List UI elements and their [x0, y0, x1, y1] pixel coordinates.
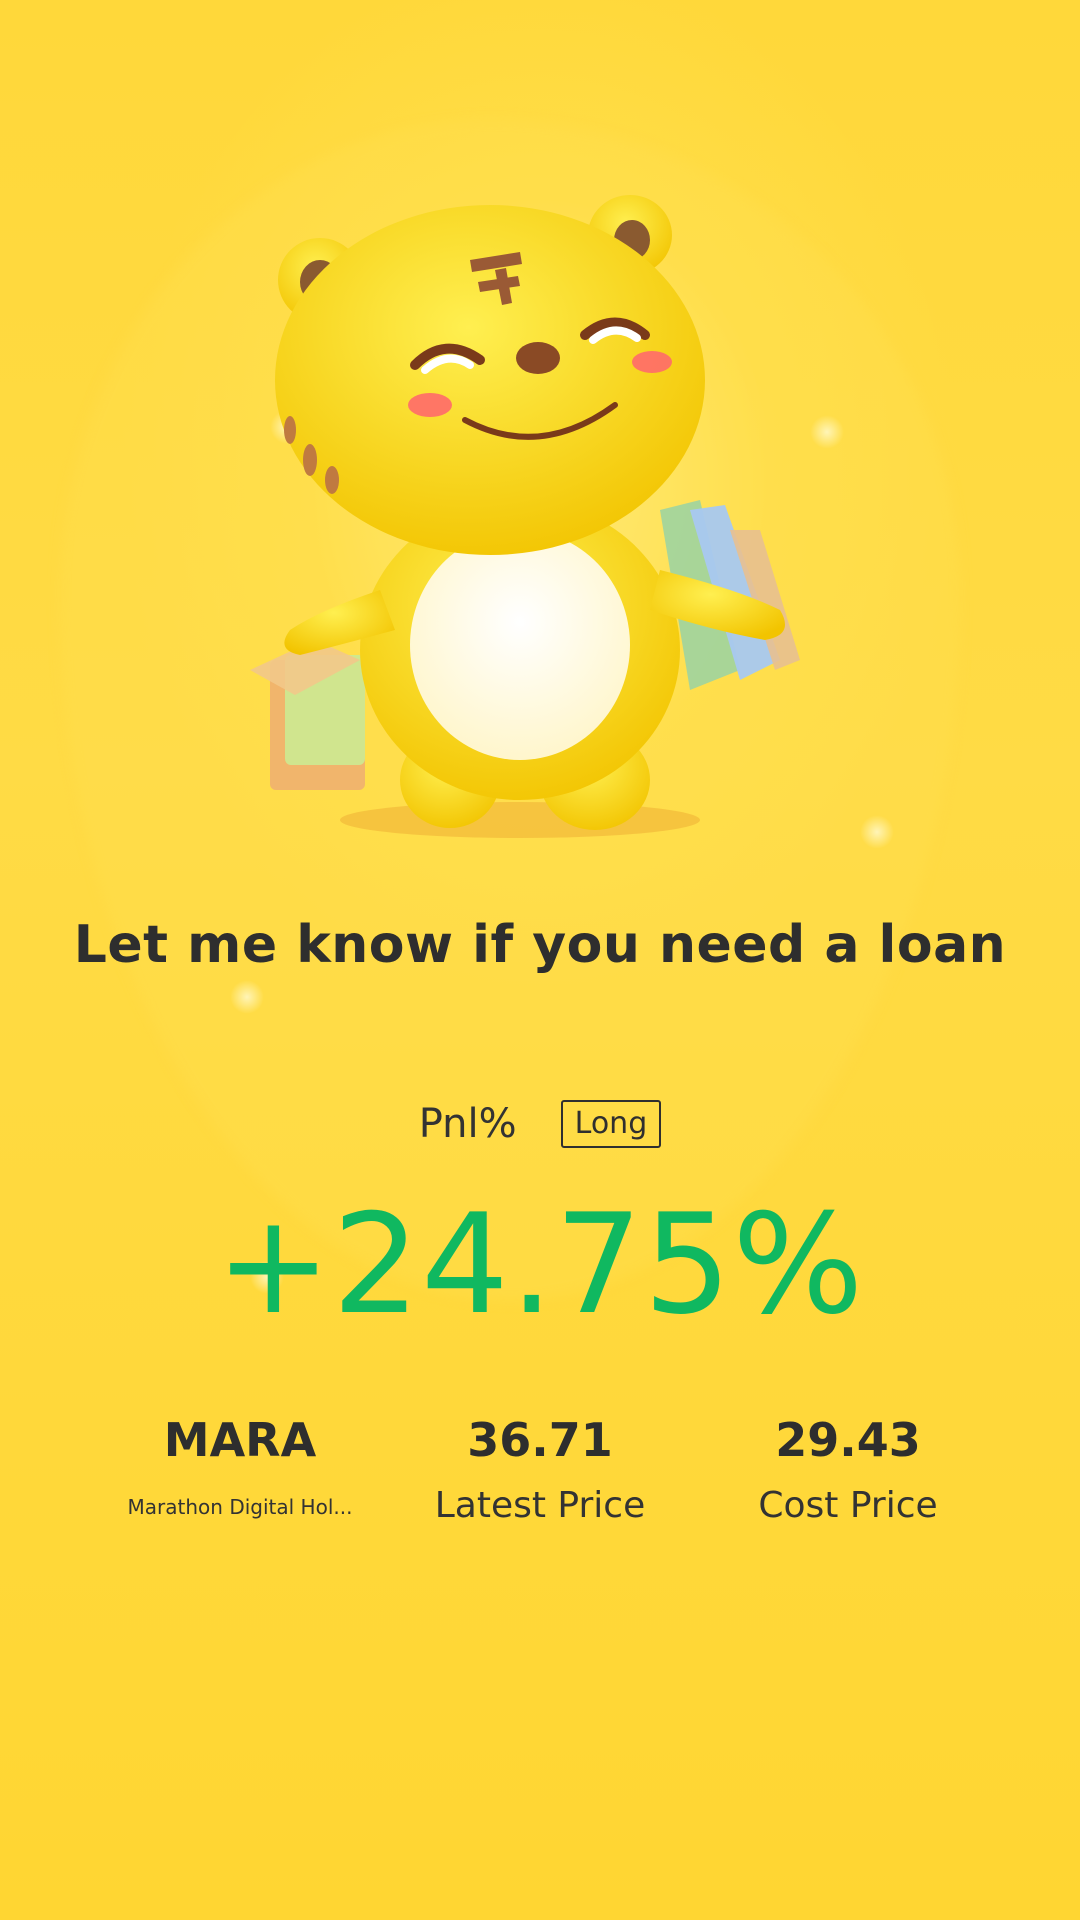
- latest-price-label: Latest Price: [434, 1485, 646, 1526]
- stock-name: Marathon Digital Hol...: [127, 1495, 353, 1519]
- pnl-header: Pnl% Long: [0, 1100, 1080, 1148]
- latest-price-block: 36.71 Latest Price: [380, 1410, 700, 1528]
- latest-price-value: 36.71: [467, 1413, 613, 1467]
- page-title: Let me know if you need a loan: [73, 915, 1007, 975]
- position-side-badge: Long: [560, 1100, 662, 1148]
- pnl-label: Pnl%: [418, 1101, 517, 1147]
- cost-price-block: 29.43 Cost Price: [688, 1410, 1008, 1528]
- cost-price-value: 29.43: [775, 1413, 921, 1467]
- stock-info: MARA Marathon Digital Hol...: [80, 1410, 400, 1522]
- tiger-mascot-shopping-icon: [220, 190, 860, 870]
- position-stats: MARA Marathon Digital Hol... 36.71 Lates…: [0, 1410, 1080, 1560]
- pnl-percent-value: +24.75%: [215, 1184, 865, 1345]
- cost-price-label: Cost Price: [758, 1485, 938, 1526]
- sparkle-icon: [860, 815, 894, 849]
- sparkle-icon: [230, 980, 264, 1014]
- stock-symbol: MARA: [163, 1413, 317, 1467]
